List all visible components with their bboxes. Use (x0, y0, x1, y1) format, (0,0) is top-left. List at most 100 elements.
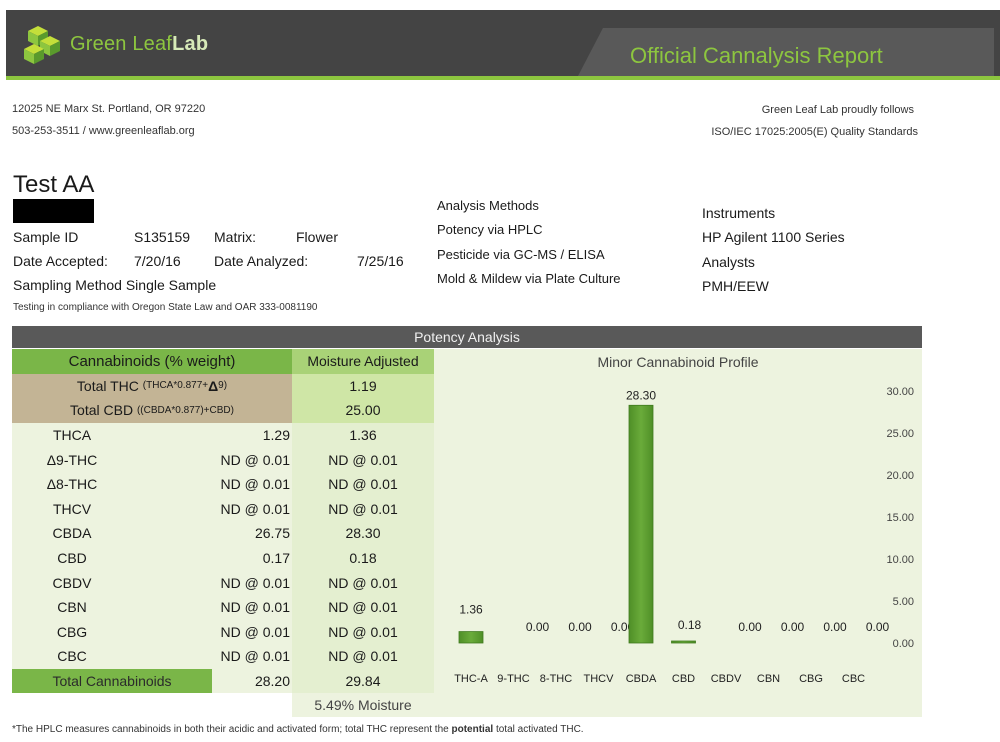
cannabinoid-adjusted: ND @ 0.01 (328, 623, 398, 640)
cannabinoid-adjusted: 1.36 (349, 427, 377, 444)
cannabinoid-rows: THCA 1.29 1.36 Δ9-THC ND @ 0.01 ND @ 0.01 Δ8-T… (12, 422, 434, 669)
green-leaf-logo-icon (24, 26, 60, 64)
minor-cannabinoid-chart-svg: Minor Cannabinoid Profile 0.00 5.00 10.00 15… (454, 354, 914, 685)
lab-contact: 503-253-3511 / www.greenleaflab.org (12, 125, 195, 137)
total-thc-formula-b: 9) (218, 380, 228, 392)
y-tick-label: 5.00 (893, 596, 914, 608)
instruments-title: Instruments (702, 205, 776, 221)
sampling-method-value: Single Sample (125, 277, 217, 293)
cannabinoid-name: Δ9-THC (46, 451, 98, 468)
x-tick-label: 9-THC (497, 673, 529, 685)
instruments-value: HP Agilent 1100 Series (702, 229, 845, 245)
y-tick-label: 0.00 (893, 638, 914, 650)
method-item: Pesticide via GC-MS / ELISA (437, 247, 605, 262)
bar-data-label: 0.00 (781, 620, 805, 634)
cannabinoid-value: ND @ 0.01 (220, 574, 290, 591)
lab-address: 12025 NE Marx St. Portland, OR 97220 (12, 103, 206, 115)
cannabinoid-value: ND @ 0.01 (220, 476, 290, 493)
total-cannabinoids-value: 28.20 (254, 673, 290, 690)
footnote-text: *The HPLC measures cannabinoids in both … (12, 724, 452, 735)
cannabinoid-row: Δ9-THC ND @ 0.01 ND @ 0.01 (12, 447, 434, 472)
cannabinoid-adjusted: 0.18 (349, 550, 377, 567)
method-item: Potency via HPLC (437, 222, 543, 237)
potency-table: Cannabinoids (% weight) Moisture Adjuste… (12, 349, 434, 694)
cannabinoid-row: THCV ND @ 0.01 ND @ 0.01 (12, 496, 434, 522)
total-cannabinoids-adjusted: 29.84 (345, 673, 381, 690)
cannabinoid-adjusted: ND @ 0.01 (328, 574, 398, 591)
minor-cannabinoid-chart: Minor Cannabinoid Profile 0.00 5.00 10.00 15… (434, 349, 922, 717)
cannabinoid-row: CBC ND @ 0.01 ND @ 0.01 (12, 644, 434, 669)
bar-data-label: 1.36 (459, 603, 483, 617)
date-accepted-value: 7/20/16 (134, 253, 181, 269)
total-cbd-label: Total CBD ((CBDA*0.877)+CBD) (12, 398, 292, 423)
cannabinoid-row: CBDA 26.75 28.30 (12, 521, 434, 546)
cannabinoid-adjusted: 28.30 (345, 525, 381, 542)
methods-title: Analysis Methods (437, 198, 539, 213)
total-thc-value: 1.19 (349, 377, 377, 394)
y-tick-label: 15.00 (886, 512, 914, 524)
cannabinoid-value: ND @ 0.01 (220, 451, 290, 468)
bar-data-label: 0.00 (526, 620, 550, 634)
x-tick-label: CBN (757, 673, 780, 685)
potency-analysis-bar: Potency Analysis (12, 326, 922, 348)
x-tick-label: CBC (842, 673, 865, 685)
chart-bar (458, 631, 484, 644)
footnote-text-end: total activated THC. (493, 724, 584, 735)
analysts-title: Analysts (702, 254, 755, 270)
y-tick-label: 25.00 (886, 428, 914, 440)
cannabinoid-row: CBN ND @ 0.01 ND @ 0.01 (12, 594, 434, 620)
matrix-value: Flower (296, 229, 339, 245)
cannabinoid-adjusted: ND @ 0.01 (328, 451, 398, 468)
y-tick-label: 30.00 (886, 386, 914, 398)
cannabinoid-row: CBG ND @ 0.01 ND @ 0.01 (12, 619, 434, 645)
report-title: Official Cannalysis Report (630, 43, 883, 68)
cannabinoid-value: ND @ 0.01 (220, 623, 290, 640)
lab-standard: ISO/IEC 17025:2005(E) Quality Standards (711, 126, 918, 138)
cannabinoid-value: 26.75 (254, 525, 290, 542)
cannabinoid-value: ND @ 0.01 (220, 500, 290, 517)
cannabinoid-name: THCA (52, 427, 92, 444)
potency-header-row: Cannabinoids (% weight) Moisture Adjuste… (12, 349, 434, 374)
x-tick-label: 8-THC (540, 673, 572, 685)
total-cbd-formula: ((CBDA*0.877)+CBD) (136, 404, 234, 416)
header-accent-line (6, 76, 1000, 80)
chart-bar (671, 640, 696, 644)
total-cbd-value: 25.00 (345, 402, 381, 419)
moisture-value: 5.49% Moisture (292, 693, 434, 717)
chart-title: Minor Cannabinoid Profile (597, 354, 758, 370)
x-tick-label: THCV (584, 673, 615, 685)
brand-name: Green LeafLab (70, 33, 208, 56)
cannabinoid-adjusted: ND @ 0.01 (328, 648, 398, 665)
sample-title: Test AA (13, 171, 95, 198)
matrix-label: Matrix: (214, 229, 256, 245)
total-thc-formula-a: (THCA*0.877+ (142, 380, 209, 392)
total-thc-name: Total THC (76, 377, 139, 394)
brand-name-green: Green Leaf (70, 33, 173, 55)
bar-data-label: 0.00 (738, 620, 762, 634)
cannabinoid-name: Δ8-THC (46, 476, 98, 493)
y-tick-label: 10.00 (886, 554, 914, 566)
chart-bar (628, 404, 654, 644)
bar-data-label: 28.30 (626, 388, 656, 402)
cannabinoid-name: CBN (57, 599, 87, 616)
x-tick-label: CBDV (711, 673, 742, 685)
x-tick-label: CBDA (626, 673, 657, 685)
cannabinoid-row: Δ8-THC ND @ 0.01 ND @ 0.01 (12, 471, 434, 497)
total-cbd-row: Total CBD ((CBDA*0.877)+CBD) 25.00 (12, 398, 434, 423)
cannabinoid-adjusted: ND @ 0.01 (328, 599, 398, 616)
cannabinoid-name: CBDV (52, 574, 92, 591)
date-analyzed-label: Date Analyzed: (214, 253, 309, 269)
total-thc-row: Total THC (THCA*0.877+ Δ 9) 1.19 (12, 373, 434, 399)
date-accepted-label: Date Accepted: (13, 253, 108, 269)
footnote: *The HPLC measures cannabinoids in both … (12, 724, 584, 735)
analysts-value: PMH/EEW (702, 278, 769, 294)
date-analyzed-value: 7/25/16 (357, 253, 404, 269)
x-tick-label: CBG (799, 673, 823, 685)
cannabinoid-row: CBDV ND @ 0.01 ND @ 0.01 (12, 570, 434, 595)
compliance-note: Testing in compliance with Oregon State … (13, 302, 318, 313)
sampling-method-label: Sampling Method (13, 277, 122, 293)
cannabinoid-value: ND @ 0.01 (220, 599, 290, 616)
sample-id-value: S135159 (134, 229, 191, 245)
redaction-block (13, 199, 94, 223)
brand-name-lab: Lab (172, 33, 209, 55)
